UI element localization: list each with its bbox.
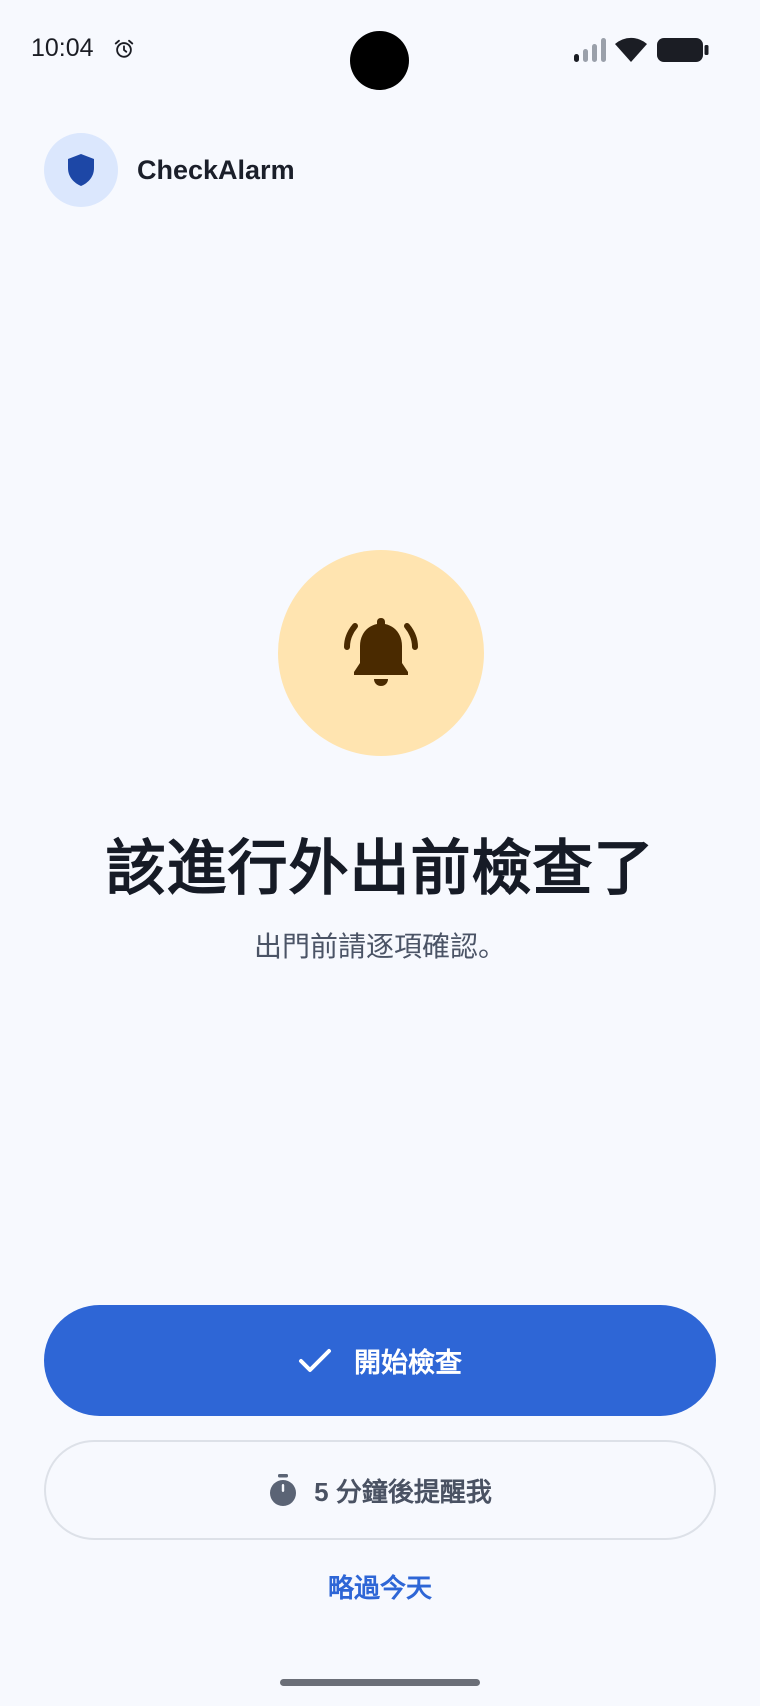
status-bar: 10:04 xyxy=(0,0,760,100)
page-subtitle: 出門前請逐項確認。 xyxy=(253,931,506,962)
app-title: CheckAlarm xyxy=(137,154,295,185)
battery-icon xyxy=(657,38,709,62)
home-indicator[interactable] xyxy=(280,1679,480,1686)
app-logo xyxy=(44,133,118,207)
skip-today-link[interactable]: 略過今天 xyxy=(0,1568,760,1605)
start-check-label: 開始檢查 xyxy=(354,1348,462,1378)
alarm-clock-icon xyxy=(114,39,134,58)
wifi-icon xyxy=(615,37,647,62)
camera-cutout xyxy=(350,31,409,90)
bell-badge xyxy=(278,550,484,756)
shield-icon xyxy=(68,154,94,186)
alarm-screen: 10:04 CheckAlarm 該進行外出前檢查了 出門前請逐項確認。 開始檢… xyxy=(0,0,760,1706)
stopwatch-icon xyxy=(268,1473,298,1507)
check-icon xyxy=(298,1348,332,1374)
status-time: 10:04 xyxy=(31,34,94,62)
ringing-bell-icon xyxy=(344,618,418,686)
snooze-label: 5 分鐘後提醒我 xyxy=(314,1476,492,1507)
start-check-button[interactable]: 開始檢查 xyxy=(44,1305,716,1416)
snooze-button[interactable]: 5 分鐘後提醒我 xyxy=(44,1440,716,1540)
app-header: CheckAlarm xyxy=(44,133,295,207)
cellular-signal-icon xyxy=(574,38,606,62)
page-title: 該進行外出前檢查了 xyxy=(105,835,655,902)
